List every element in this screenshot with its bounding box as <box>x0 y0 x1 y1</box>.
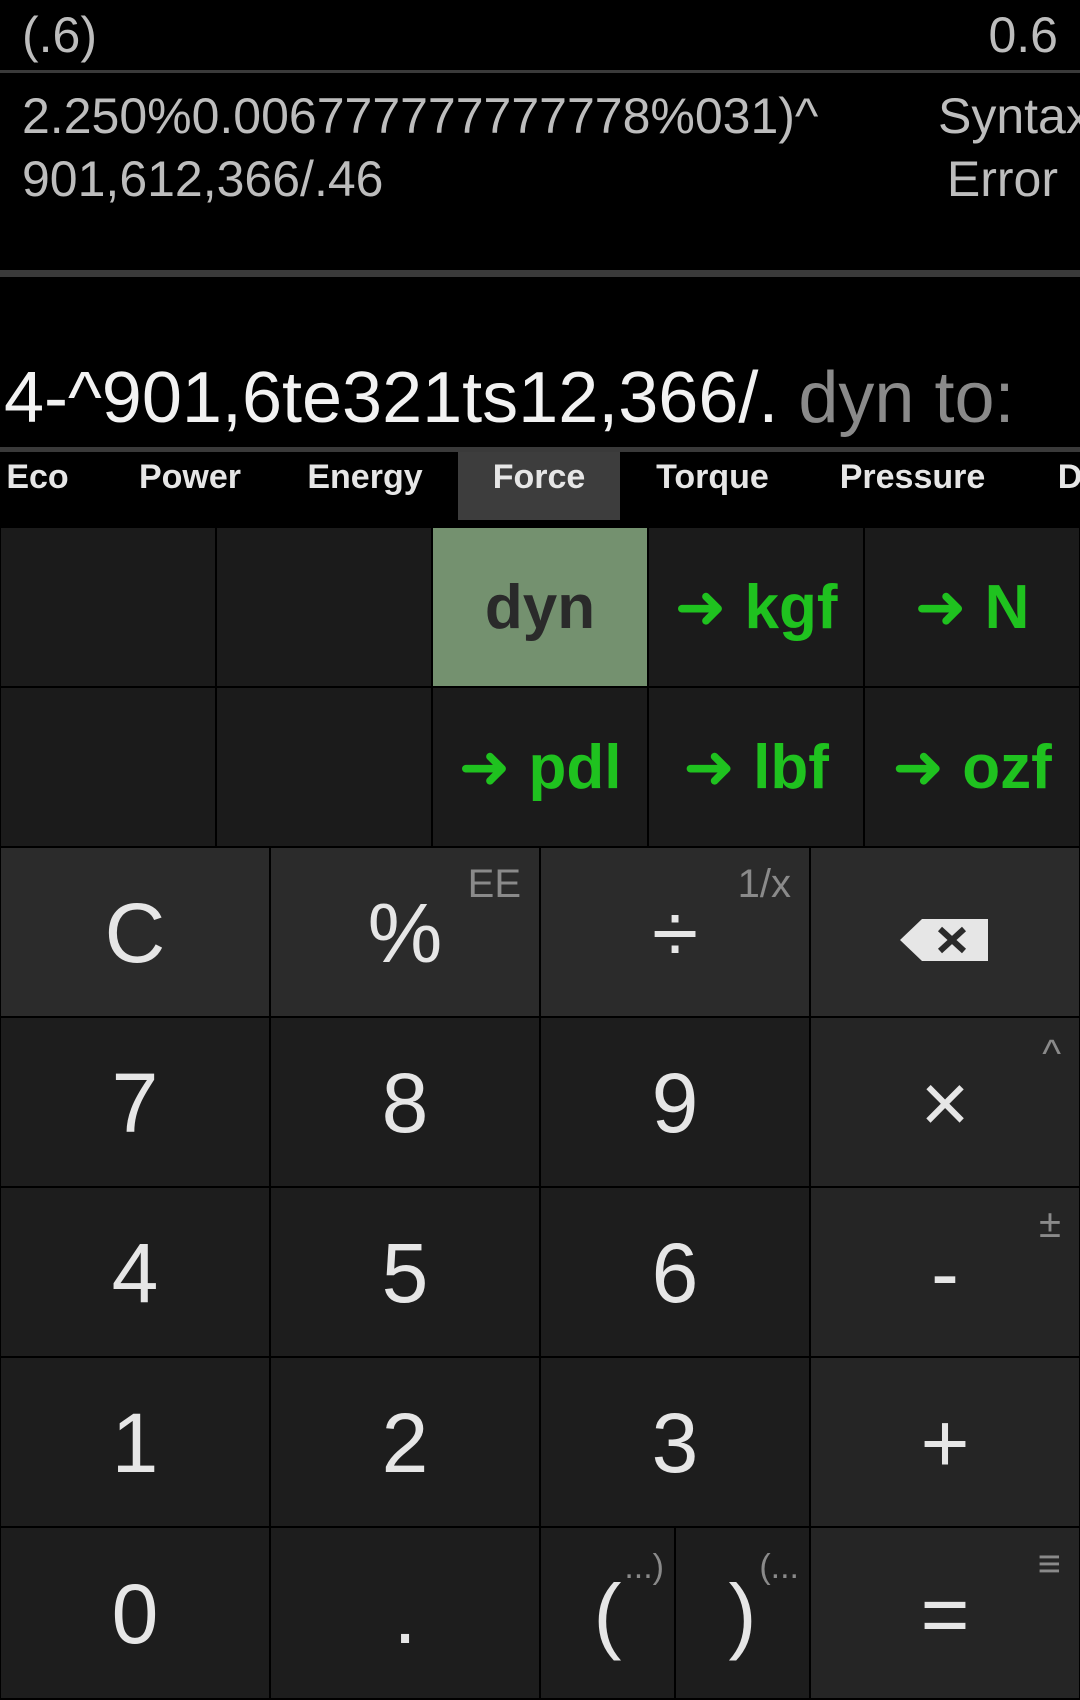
unit-label: pdl <box>528 733 622 802</box>
digit-4-button[interactable]: 4 <box>0 1187 270 1357</box>
digit-3-button[interactable]: 3 <box>540 1357 810 1527</box>
arrow-right-icon: ➜ <box>458 733 511 802</box>
unit-selected-dyn[interactable]: dyn <box>432 527 648 687</box>
arrow-right-icon: ➜ <box>892 733 945 802</box>
multiply-button[interactable]: ^ × <box>810 1017 1080 1187</box>
backspace-icon <box>811 848 1079 1018</box>
digit-5-button[interactable]: 5 <box>270 1187 540 1357</box>
key-label: 4 <box>111 1226 159 1320</box>
percent-button[interactable]: EE % <box>270 847 540 1017</box>
digit-1-button[interactable]: 1 <box>0 1357 270 1527</box>
history-expression: 2.250%0.006777777777778%031)^901,612,366… <box>22 88 819 207</box>
decimal-button[interactable]: . <box>270 1527 540 1699</box>
plus-button[interactable]: + <box>810 1357 1080 1527</box>
unit-label: kgf <box>744 573 838 642</box>
unit-n[interactable]: ➜ N <box>864 527 1080 687</box>
unit-label: N <box>984 573 1030 642</box>
key-label: 1 <box>111 1396 159 1490</box>
key-label: 6 <box>651 1226 699 1320</box>
unit-pdl[interactable]: ➜ pdl <box>432 687 648 847</box>
unit-category-tabs: Eco Power Energy Force Torque Pressure D <box>0 452 1080 520</box>
key-label: 9 <box>651 1056 699 1150</box>
unit-label: lbf <box>753 733 829 802</box>
key-label: C <box>104 886 166 980</box>
key-label: × <box>920 1056 970 1150</box>
expression-value: 4-^901,6te321ts12,366/. <box>4 358 779 438</box>
tab-torque[interactable]: Torque <box>640 452 785 520</box>
tab-pressure[interactable]: Pressure <box>825 452 1000 520</box>
divide-button[interactable]: 1/x ÷ <box>540 847 810 1017</box>
key-label: - <box>931 1226 959 1320</box>
unit-kgf[interactable]: ➜ kgf <box>648 527 864 687</box>
unit-empty <box>0 687 216 847</box>
tab-d[interactable]: D <box>1050 452 1080 520</box>
key-label: 0 <box>111 1567 159 1661</box>
unit-empty <box>216 527 432 687</box>
key-label: 3 <box>651 1396 699 1490</box>
key-label: ( <box>593 1567 622 1661</box>
history-result: 0.6 <box>988 7 1058 63</box>
tab-eco[interactable]: Eco <box>0 452 75 520</box>
minus-button[interactable]: ± - <box>810 1187 1080 1357</box>
digit-0-button[interactable]: 0 <box>0 1527 270 1699</box>
tab-force[interactable]: Force <box>458 452 620 520</box>
expression-display[interactable]: 4-^901,6te321ts12,366/. dyn to: <box>0 277 1080 452</box>
key-label: 2 <box>381 1396 429 1490</box>
digit-7-button[interactable]: 7 <box>0 1017 270 1187</box>
key-label: % <box>367 886 443 980</box>
arrow-right-icon: ➜ <box>683 733 736 802</box>
digit-8-button[interactable]: 8 <box>270 1017 540 1187</box>
digit-9-button[interactable]: 9 <box>540 1017 810 1187</box>
key-label: 8 <box>381 1056 429 1150</box>
open-paren-button[interactable]: ...) ( <box>540 1527 675 1699</box>
digit-6-button[interactable]: 6 <box>540 1187 810 1357</box>
history-entry-1[interactable]: (.6) 0.6 <box>0 0 1080 73</box>
unit-empty <box>216 687 432 847</box>
arrow-right-icon: ➜ <box>674 573 727 642</box>
unit-label: ozf <box>962 733 1052 802</box>
clear-button[interactable]: C <box>0 847 270 1017</box>
history-entry-2[interactable]: 2.250%0.006777777777778%031)^901,612,366… <box>0 73 1080 277</box>
key-label: ) <box>728 1567 757 1661</box>
key-label: 7 <box>111 1056 159 1150</box>
close-paren-button[interactable]: (... ) <box>675 1527 810 1699</box>
digit-2-button[interactable]: 2 <box>270 1357 540 1527</box>
history-result: Syntax Error <box>938 88 1080 207</box>
expression-text: 4-^901,6te321ts12,366/. dyn to: <box>4 357 1015 439</box>
equals-button[interactable]: ≡ = <box>810 1527 1080 1699</box>
tab-power[interactable]: Power <box>120 452 260 520</box>
key-label: 5 <box>381 1226 429 1320</box>
arrow-right-icon: ➜ <box>914 573 967 642</box>
tab-energy[interactable]: Energy <box>290 452 440 520</box>
unit-ozf[interactable]: ➜ ozf <box>864 687 1080 847</box>
unit-empty <box>0 527 216 687</box>
history-expression: (.6) <box>22 7 97 63</box>
key-label: = <box>920 1567 970 1661</box>
key-label: ÷ <box>651 886 699 980</box>
key-label: . <box>393 1567 417 1661</box>
unit-lbf[interactable]: ➜ lbf <box>648 687 864 847</box>
conversion-suffix: dyn to: <box>798 358 1015 438</box>
key-label: + <box>920 1396 970 1490</box>
backspace-button[interactable] <box>810 847 1080 1017</box>
